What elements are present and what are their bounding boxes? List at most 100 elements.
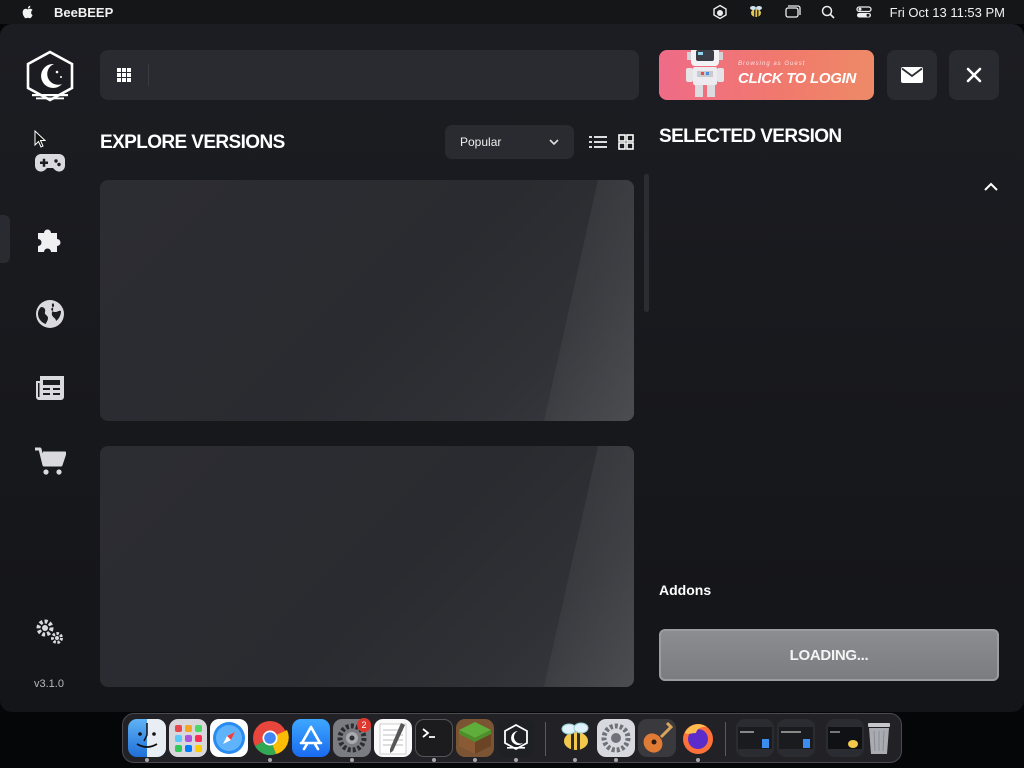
dock-app-store[interactable] xyxy=(292,719,330,757)
search-input[interactable] xyxy=(149,50,639,100)
version-card[interactable] xyxy=(100,446,634,687)
grid-view-button[interactable] xyxy=(616,132,636,152)
mail-button[interactable] xyxy=(887,50,937,100)
dock-finder[interactable] xyxy=(128,719,166,757)
dock-lunar-client[interactable] xyxy=(497,719,535,757)
active-tab-indicator xyxy=(0,215,10,263)
dock: 2 xyxy=(122,713,902,763)
search-icon[interactable] xyxy=(810,0,846,24)
dock-window-3[interactable] xyxy=(826,719,864,757)
apple-icon[interactable] xyxy=(20,4,36,20)
login-label: CLICK TO LOGIN xyxy=(738,70,857,87)
chevron-up-icon xyxy=(984,182,998,191)
grid-dots-icon xyxy=(117,68,131,82)
dock-firefox[interactable] xyxy=(679,719,717,757)
dock-running-dot xyxy=(145,758,149,762)
launch-loading-button[interactable]: LOADING... xyxy=(659,629,999,681)
launchpad-icon xyxy=(175,725,202,752)
guitar-icon xyxy=(643,721,674,753)
dock-textedit[interactable] xyxy=(374,719,412,757)
newspaper-icon xyxy=(36,376,64,400)
chrome-icon xyxy=(253,721,289,756)
dock-beebeep[interactable] xyxy=(556,719,594,757)
dock-running-dot xyxy=(268,758,272,762)
scrollbar[interactable] xyxy=(644,174,649,312)
dock-separator xyxy=(725,722,726,756)
finder-icon xyxy=(136,719,166,757)
gamepad-icon xyxy=(35,154,65,172)
sidebar-item-news[interactable] xyxy=(32,370,68,406)
grid-view-icon xyxy=(618,134,634,150)
explore-title: EXPLORE VERSIONS xyxy=(100,132,285,153)
cart-icon xyxy=(35,447,66,475)
firefox-icon xyxy=(683,724,713,754)
login-sub-label: Browsing as Guest xyxy=(738,61,806,67)
dock-window-1[interactable] xyxy=(736,719,774,757)
dock-launchpad[interactable] xyxy=(169,719,207,757)
dock-terminal[interactable] xyxy=(415,719,453,757)
puzzle-icon xyxy=(38,229,61,252)
version-card[interactable] xyxy=(100,180,634,421)
dock-minecraft[interactable] xyxy=(456,719,494,757)
dock-running-dot xyxy=(614,758,618,762)
dock-garageband[interactable] xyxy=(638,719,676,757)
settings-gear-icon xyxy=(601,723,631,753)
menu-clock[interactable]: Fri Oct 13 11:53 PM xyxy=(890,5,1005,20)
sidebar-item-servers[interactable] xyxy=(32,296,68,332)
dock-trash[interactable] xyxy=(860,719,898,757)
bee-icon[interactable] xyxy=(738,0,774,24)
astronaut-icon xyxy=(686,50,724,97)
control-center-icon[interactable] xyxy=(846,0,882,24)
dock-running-dot xyxy=(573,758,577,762)
dock-chrome[interactable] xyxy=(251,719,289,757)
gears-icon xyxy=(36,619,63,644)
sort-dropdown[interactable]: Popular xyxy=(445,125,574,159)
dock-running-dot xyxy=(514,758,518,762)
launcher-icon[interactable] xyxy=(702,0,738,24)
trash-icon xyxy=(868,723,890,754)
menu-app-name[interactable]: BeeBEEP xyxy=(54,5,113,20)
safari-icon xyxy=(213,722,245,754)
chevron-down-icon xyxy=(549,139,559,146)
apps-grid-button[interactable] xyxy=(100,50,148,100)
settings-button[interactable] xyxy=(32,614,68,650)
menu-bar: BeeBEEP Fri Oct 13 11:53 PM xyxy=(0,0,1024,24)
sidebar: v3.1.0 xyxy=(0,24,100,712)
selected-version-title: SELECTED VERSION xyxy=(659,126,842,147)
dock-running-dot xyxy=(473,758,477,762)
app-version: v3.1.0 xyxy=(34,678,64,690)
list-view-button[interactable] xyxy=(588,132,608,152)
envelope-icon xyxy=(901,67,923,83)
collapse-button[interactable] xyxy=(980,176,1002,198)
dock-running-dot xyxy=(696,758,700,762)
dock-separator xyxy=(545,722,546,756)
close-icon xyxy=(966,67,982,83)
app-store-icon xyxy=(299,725,323,751)
dock-window-2[interactable] xyxy=(777,719,815,757)
window-thumbnail-icon xyxy=(738,727,772,749)
sidebar-item-store[interactable] xyxy=(32,444,68,480)
globe-icon xyxy=(36,300,64,328)
notification-badge: 2 xyxy=(357,718,371,732)
sidebar-item-mods[interactable] xyxy=(32,221,68,257)
login-button[interactable]: Browsing as Guest CLICK TO LOGIN xyxy=(659,50,874,100)
app-window: v3.1.0 Browsing as Guest CLICK TO LOGIN … xyxy=(0,24,1024,712)
dock-running-dot xyxy=(432,758,436,762)
addons-label: Addons xyxy=(659,582,712,598)
lunar-logo-icon[interactable] xyxy=(24,50,76,102)
search-bar xyxy=(100,50,639,100)
sidebar-item-games[interactable] xyxy=(32,145,68,181)
list-view-icon xyxy=(589,136,607,148)
lunar-client-icon xyxy=(504,723,528,751)
dock-running-dot xyxy=(350,758,354,762)
window-thumbnail-icon xyxy=(779,727,813,749)
window-icon[interactable] xyxy=(774,0,810,24)
grass-block-icon xyxy=(459,722,491,754)
dock-safari[interactable] xyxy=(210,719,248,757)
textedit-icon xyxy=(379,723,407,755)
window-thumbnail-icon xyxy=(828,727,862,749)
close-button[interactable] xyxy=(949,50,999,100)
terminal-icon xyxy=(422,728,435,738)
dock-preferences[interactable] xyxy=(597,719,635,757)
sort-selected-value: Popular xyxy=(460,135,502,149)
